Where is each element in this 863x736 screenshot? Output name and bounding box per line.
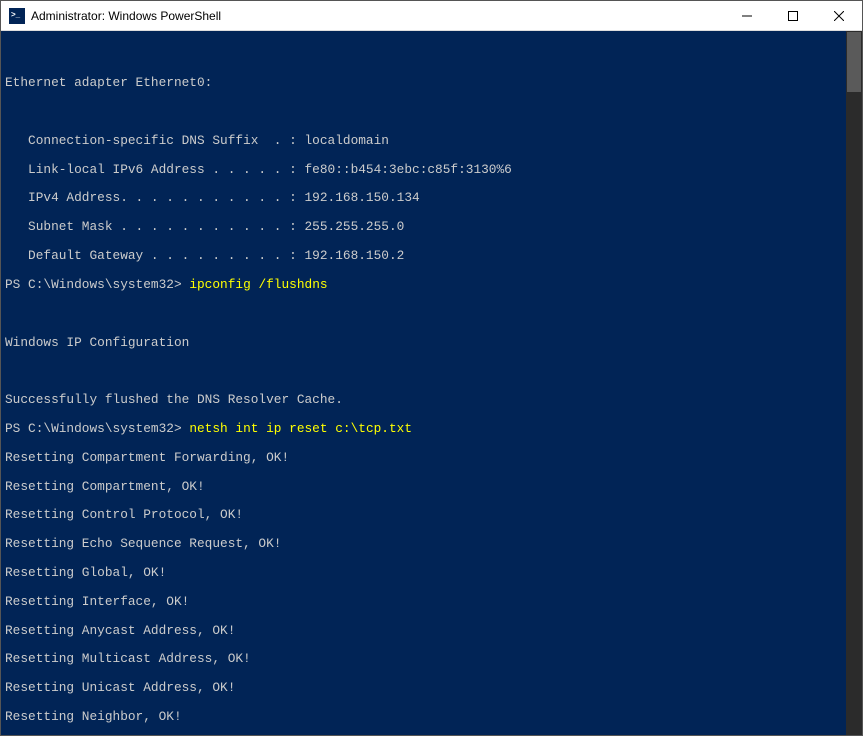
output-line: Resetting Echo Sequence Request, OK! xyxy=(5,537,858,551)
output-line: Resetting Multicast Address, OK! xyxy=(5,652,858,666)
output-line: Windows IP Configuration xyxy=(5,336,858,350)
maximize-button[interactable] xyxy=(770,1,816,30)
minimize-button[interactable] xyxy=(724,1,770,30)
output-line: Resetting Compartment, OK! xyxy=(5,480,858,494)
output-line: Ethernet adapter Ethernet0: xyxy=(5,76,858,90)
output-line: Resetting Unicast Address, OK! xyxy=(5,681,858,695)
output-line: Default Gateway . . . . . . . . . : 192.… xyxy=(5,249,858,263)
output-line: Subnet Mask . . . . . . . . . . . : 255.… xyxy=(5,220,858,234)
output-line: IPv4 Address. . . . . . . . . . . : 192.… xyxy=(5,191,858,205)
output-line xyxy=(5,105,858,119)
scrollbar-thumb[interactable] xyxy=(847,32,861,92)
terminal-content[interactable]: Ethernet adapter Ethernet0: Connection-s… xyxy=(1,31,862,735)
command-arg: /flushdns xyxy=(258,277,327,292)
output-line: Resetting Anycast Address, OK! xyxy=(5,624,858,638)
powershell-icon xyxy=(9,8,25,24)
output-line: Link-local IPv6 Address . . . . . : fe80… xyxy=(5,163,858,177)
output-line: Resetting Compartment Forwarding, OK! xyxy=(5,451,858,465)
prompt-line: PS C:\Windows\system32> netsh int ip res… xyxy=(5,422,858,436)
output-line: Resetting Neighbor, OK! xyxy=(5,710,858,724)
window-titlebar: Administrator: Windows PowerShell xyxy=(1,1,862,31)
command-text: netsh xyxy=(189,421,235,436)
output-line: Resetting Interface, OK! xyxy=(5,595,858,609)
output-line: Resetting Control Protocol, OK! xyxy=(5,508,858,522)
command-text: ipconfig xyxy=(189,277,258,292)
output-line: Connection-specific DNS Suffix . : local… xyxy=(5,134,858,148)
command-arg: int ip reset c:\tcp.txt xyxy=(235,421,412,436)
prompt-line: PS C:\Windows\system32> ipconfig /flushd… xyxy=(5,278,858,292)
output-line: Resetting Global, OK! xyxy=(5,566,858,580)
output-line: Successfully flushed the DNS Resolver Ca… xyxy=(5,393,858,407)
vertical-scrollbar[interactable] xyxy=(846,31,862,735)
output-line xyxy=(5,307,858,321)
close-button[interactable] xyxy=(816,1,862,30)
output-line xyxy=(5,364,858,378)
window-controls xyxy=(724,1,862,30)
output-line xyxy=(5,47,858,61)
window-title: Administrator: Windows PowerShell xyxy=(31,9,724,23)
